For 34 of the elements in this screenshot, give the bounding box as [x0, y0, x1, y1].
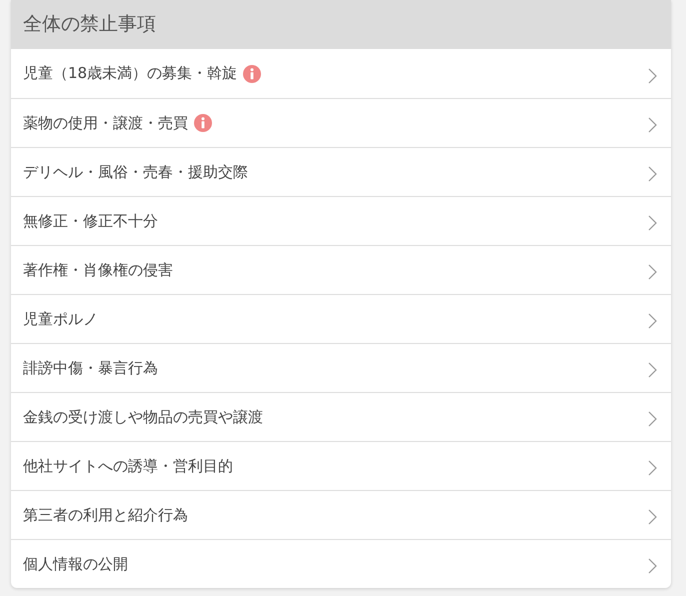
item-label: 著作権・肖像権の侵害: [23, 260, 173, 281]
list-item[interactable]: 著作権・肖像権の侵害: [11, 245, 671, 294]
list-item[interactable]: 第三者の利用と紹介行為: [11, 490, 671, 539]
chevron-right-icon: [648, 509, 657, 525]
list-item[interactable]: デリヘル・風俗・売春・援助交際: [11, 147, 671, 196]
item-label: 薬物の使用・譲渡・売買: [23, 112, 188, 134]
chevron-right-icon: [648, 264, 657, 280]
item-label: 誹謗中傷・暴言行為: [23, 358, 158, 379]
item-label: 児童ポルノ: [23, 308, 98, 330]
item-label: 児童（18歳未満）の募集・斡旋: [23, 63, 238, 84]
chevron-right-icon: [648, 68, 657, 84]
list-item[interactable]: 児童ポルノ: [11, 294, 671, 343]
list-item[interactable]: 誹謗中傷・暴言行為: [11, 343, 671, 392]
chevron-right-icon: [648, 460, 657, 476]
chevron-right-icon: [648, 117, 657, 133]
item-label: 無修正・修正不十分: [23, 210, 158, 232]
list-item[interactable]: 金銭の受け渡しや物品の売買や譲渡: [11, 392, 671, 441]
chevron-right-icon: [648, 411, 657, 427]
item-label: 他社サイトへの誘導・営利目的: [23, 456, 233, 477]
list-item[interactable]: 個人情報の公開: [11, 539, 671, 588]
list-item[interactable]: 他社サイトへの誘導・営利目的: [11, 441, 671, 490]
item-label: 第三者の利用と紹介行為: [23, 504, 188, 526]
chevron-right-icon: [648, 362, 657, 378]
list-item[interactable]: 児童（18歳未満）の募集・斡旋: [11, 49, 671, 98]
chevron-right-icon: [648, 558, 657, 574]
list-item[interactable]: 無修正・修正不十分: [11, 196, 671, 245]
list-item[interactable]: 薬物の使用・譲渡・売買: [11, 98, 671, 147]
chevron-right-icon: [648, 313, 657, 329]
item-label: デリヘル・風俗・売春・援助交際: [23, 162, 248, 183]
chevron-right-icon: [648, 166, 657, 182]
item-label: 金銭の受け渡しや物品の売買や譲渡: [23, 406, 263, 428]
item-label: 個人情報の公開: [23, 554, 128, 575]
chevron-right-icon: [648, 215, 657, 231]
section-title: 全体の禁止事項: [23, 12, 156, 38]
